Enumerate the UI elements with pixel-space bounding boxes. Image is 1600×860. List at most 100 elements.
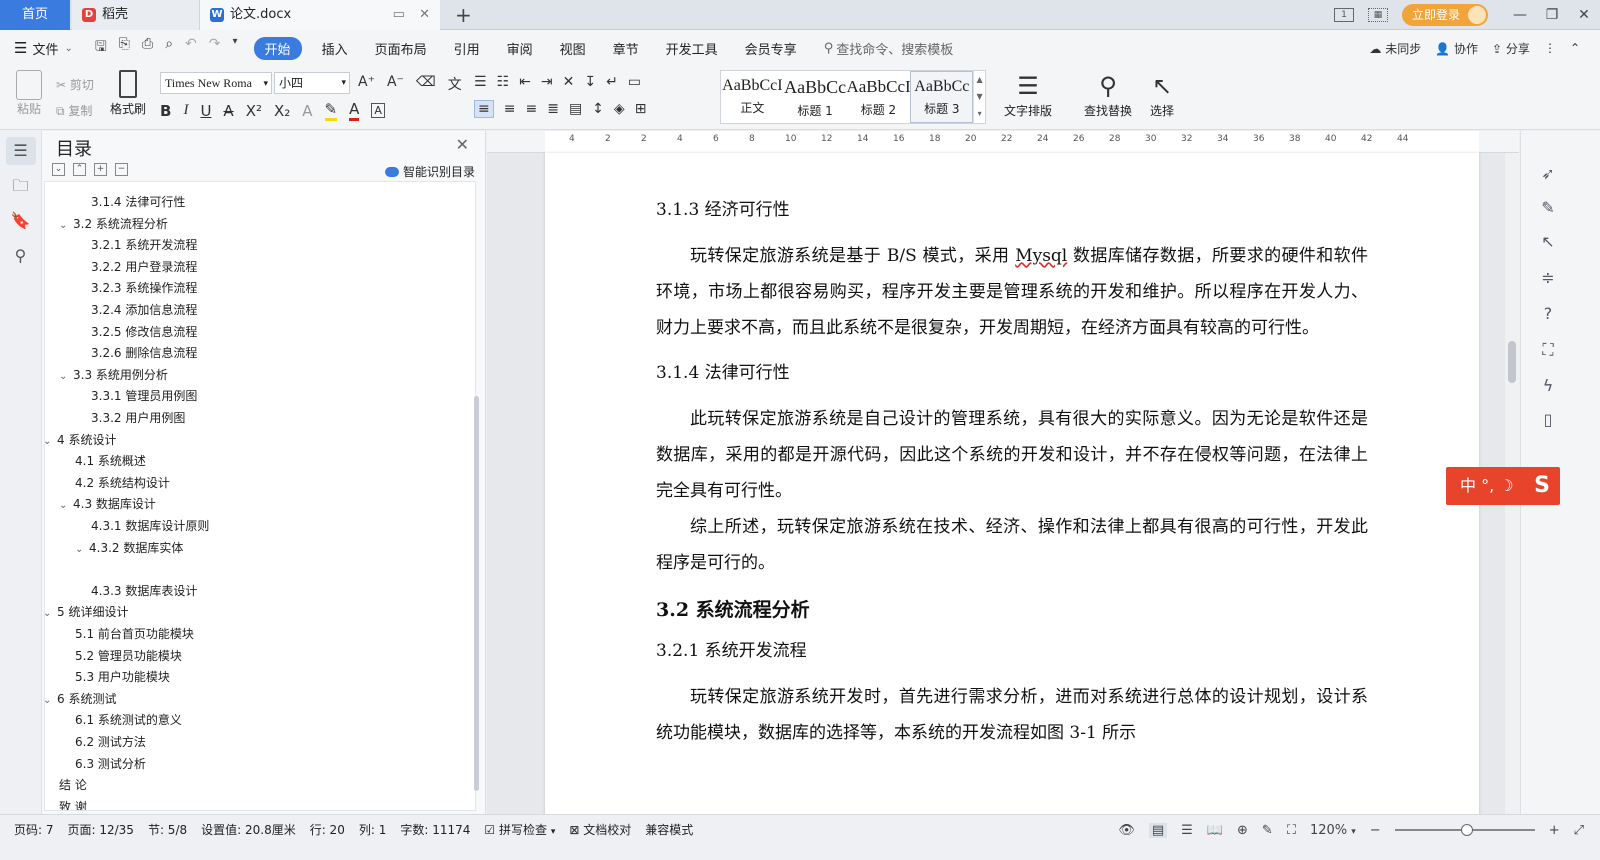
toc-item[interactable]: 4.2 系统结构设计 [75,473,170,493]
align-right-icon[interactable]: ≡ [525,101,537,117]
web-view-icon[interactable]: ⊕ [1237,823,1248,838]
book-icon[interactable]: ▯ [1537,409,1559,431]
toc-item[interactable]: 3.2.1 系统开发流程 [91,235,197,255]
chevron-down-icon[interactable]: ⌄ [75,540,89,560]
horizontal-ruler[interactable]: 4 2 2 4 6 8 10 12 14 16 18 20 22 24 26 28 30 32 34 36 38 40 42… [487,131,1519,153]
table-line-icon[interactable]: ▭ [628,74,641,90]
toc-item[interactable]: 5.2 管理员功能模块 [75,646,182,666]
toc-item[interactable]: 3.2.2 用户登录流程 [91,257,197,277]
chevron-down-icon[interactable]: ⌄ [59,367,73,387]
page-view-icon[interactable]: ▤ [1148,822,1168,838]
paragraph-economic[interactable]: 玩转保定旅游系统是基于 B/S 模式，采用 Mysql 数据库储存数据，所要求的… [656,238,1368,346]
format-painter-button[interactable]: 格式刷 [110,70,146,117]
grow-font-icon[interactable]: A⁺ [358,74,375,94]
char-border-icon[interactable]: A [371,103,385,118]
chevron-up-icon[interactable]: ▲ [974,71,985,88]
toc-scrollbar[interactable] [474,396,479,791]
command-search[interactable]: ⚲ 查找命令、搜索模板 [824,39,954,58]
collapse-all-icon[interactable]: ⌄ [52,163,65,176]
outline-view-icon[interactable]: ☰ [1181,823,1193,838]
save-icon[interactable]: 🖫 [95,36,107,60]
style-heading-1[interactable]: AaBbCc 标题 1 [784,71,847,123]
toc-item[interactable]: 3.1.4 法律可行性 [91,192,185,212]
undo-icon[interactable]: ↶ [185,36,197,60]
toc-item[interactable]: ⌄ 3.2 系统流程分析 [59,214,168,234]
tab-close-icon[interactable]: ✕ [419,7,430,22]
page-body[interactable]: 3.1.3 经济可行性 玩转保定旅游系统是基于 B/S 模式，采用 Mysql … [656,195,1368,763]
fit-page-icon[interactable]: ⛶ [1287,823,1296,838]
status-pages[interactable]: 页面: 12/35 [68,821,134,838]
style-gallery-scroll[interactable]: ▲ ▼ ▾ [973,71,985,123]
paragraph-summary[interactable]: 综上所述，玩转保定旅游系统在技术、经济、操作和法律上都具有很高的可行性，开发此程… [656,509,1368,581]
style-normal[interactable]: AaBbCcI 正文 [721,71,784,123]
toc-item[interactable]: 3.2.4 添加信息流程 [91,300,197,320]
strikethrough-icon[interactable]: A [223,102,233,120]
menu-tab-review[interactable]: 审阅 [507,39,533,58]
chinese-layout-icon[interactable]: ✕ [563,74,575,90]
style-heading-2[interactable]: AaBbCcI 标题 2 [846,71,910,123]
eye-protect-icon[interactable]: 👁 [1118,823,1135,838]
restore-button[interactable]: ❐ [1536,7,1568,23]
tab-pin-icon[interactable]: ▭ [393,7,405,22]
expand-all-icon[interactable]: ⌃ [73,163,86,176]
zoom-out-button[interactable]: − [1370,823,1381,838]
search-icon[interactable]: ⚲ [6,242,36,270]
underline-icon[interactable]: U [200,102,211,120]
clear-format-icon[interactable]: ⌫ [416,74,436,94]
print-preview-icon[interactable]: ⌕ [165,36,173,60]
toc-item[interactable]: 6.3 测试分析 [75,754,146,774]
toc-item[interactable]: ⌄5 统详细设计 [45,602,128,622]
ime-toolbar[interactable]: 中 °, ☽ S [1446,467,1560,505]
menu-tab-chapter[interactable]: 章节 [613,39,639,58]
toc-item[interactable]: 5.1 前台首页功能模块 [75,624,194,644]
settings-sliders-icon[interactable]: ≑ [1537,267,1559,289]
borders-icon[interactable]: ⊞ [635,101,647,117]
status-row[interactable]: 行: 20 [310,821,345,838]
share-button[interactable]: ⇪ 分享 [1492,40,1530,57]
italic-icon[interactable]: I [183,102,188,119]
minimize-button[interactable]: — [1504,7,1536,23]
toc-panel-icon[interactable]: ☰ [5,137,36,165]
bold-icon[interactable]: B [160,102,171,120]
highlight-icon[interactable]: ✎ [324,100,338,121]
menu-tab-insert[interactable]: 插入 [322,39,348,58]
zoom-slider-knob[interactable] [1460,824,1473,836]
menu-tab-view[interactable]: 视图 [560,39,586,58]
toc-item[interactable]: 5.3 用户功能模块 [75,667,170,687]
collab-button[interactable]: 👤 协作 [1435,40,1478,57]
toc-item[interactable]: 3.2.6 删除信息流程 [91,343,197,363]
show-marks-icon[interactable]: ↵ [606,74,618,90]
toc-item[interactable]: 6.1 系统测试的意义 [75,710,182,730]
menu-tab-layout[interactable]: 页面布局 [375,39,427,58]
zoom-slider[interactable] [1394,824,1535,836]
doc-proof-button[interactable]: ⊠ 文档校对 [569,821,631,838]
align-left-icon[interactable]: ≡ [474,100,494,118]
line-spacing-icon[interactable]: ↕ [592,101,604,117]
shrink-font-icon[interactable]: A⁻ [387,74,404,94]
toc-item[interactable]: ⌄4 系统设计 [45,430,116,450]
font-size-select[interactable]: 小四 ▾ [274,72,350,94]
toc-item[interactable]: 3.3.1 管理员用例图 [91,386,197,406]
close-button[interactable]: ✕ [1568,7,1600,23]
status-word-count[interactable]: 字数: 11174 [400,821,470,838]
increase-indent-icon[interactable]: ⇥ [541,74,553,90]
more-icon[interactable]: ⋮ [1544,41,1556,55]
align-center-icon[interactable]: ≡ [504,101,516,117]
spellcheck-word[interactable]: Mysql [1015,246,1067,266]
zoom-level[interactable]: 120% ▾ [1310,823,1356,838]
toc-item[interactable]: 3.2.5 修改信息流程 [91,322,197,342]
copy-button[interactable]: ⧉ 复制 [56,98,94,124]
scrollbar-thumb[interactable] [1508,341,1516,383]
redo-icon[interactable]: ↷ [209,36,221,60]
toc-item[interactable]: 4.1 系统概述 [75,451,146,471]
chevron-down-icon[interactable]: ⌄ [59,216,73,236]
new-tab-button[interactable]: + [455,0,472,30]
paragraph-legal[interactable]: 此玩转保定旅游系统是自己设计的管理系统，具有很大的实际意义。因为无论是软件还是数… [656,401,1368,509]
tab-home[interactable]: 首页 [0,0,70,30]
menu-tab-member[interactable]: 会员专享 [745,39,797,58]
superscript-icon[interactable]: X² [246,102,262,120]
toc-item[interactable]: 4.3.3 数据库表设计 [91,581,197,601]
paragraph-dev-flow[interactable]: 玩转保定旅游系统开发时，首先进行需求分析，进而对系统进行总体的设计规划，设计系统… [656,679,1368,751]
font-name-select[interactable]: Times New Roma ▾ [160,72,272,94]
status-setting[interactable]: 设置值: 20.8厘米 [201,821,296,838]
